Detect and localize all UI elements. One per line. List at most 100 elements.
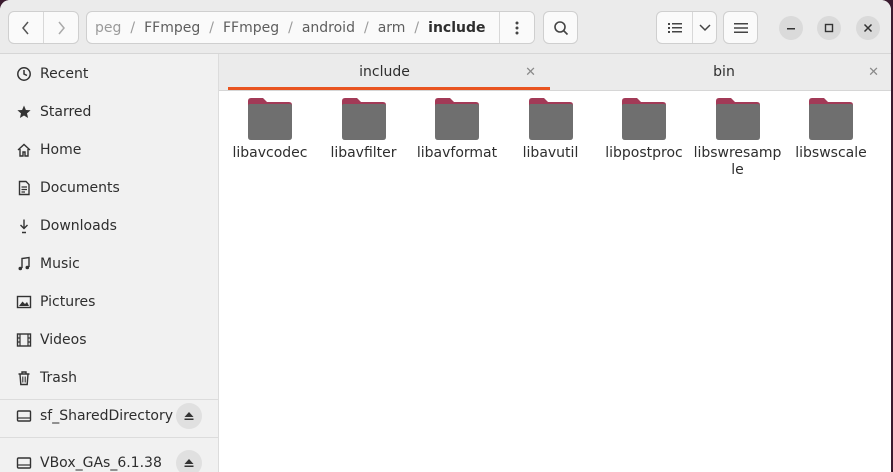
star-icon xyxy=(15,103,33,121)
folder-icon xyxy=(341,98,386,140)
active-tab-indicator xyxy=(228,87,550,90)
folder-item[interactable]: libpostproc xyxy=(599,97,689,162)
folder-icon xyxy=(528,98,573,140)
breadcrumb-item[interactable]: arm xyxy=(369,20,415,36)
folder-icon xyxy=(435,98,479,140)
folder-item[interactable]: libavcodec xyxy=(225,97,315,162)
sidebar-item-label: Documents xyxy=(40,180,120,196)
breadcrumb-item[interactable]: FFmpeg xyxy=(214,20,288,36)
maximize-icon xyxy=(824,23,834,33)
search-button[interactable] xyxy=(543,11,578,44)
folder-name: libpostproc xyxy=(605,145,683,161)
navigation-buttons xyxy=(8,11,79,44)
breadcrumb-item[interactable]: peg xyxy=(87,20,130,36)
download-icon xyxy=(15,217,33,235)
sidebar-item-downloads[interactable]: Downloads xyxy=(0,207,218,245)
sidebar-item-shared-directory[interactable]: sf_SharedDirectory xyxy=(0,397,218,435)
hamburger-menu-icon xyxy=(733,22,748,33)
sidebar-item-label: Trash xyxy=(40,370,77,386)
folder-item[interactable]: libavutil xyxy=(506,97,596,162)
vertical-dots-icon xyxy=(515,21,519,34)
chevron-left-icon xyxy=(22,21,29,34)
folder-icon xyxy=(248,98,292,140)
list-view-icon xyxy=(667,22,682,33)
sidebar-item-label: Videos xyxy=(40,332,87,348)
eject-button[interactable] xyxy=(176,450,202,472)
disc-icon xyxy=(15,454,33,472)
tab-label: bin xyxy=(713,64,735,80)
close-icon xyxy=(863,23,873,33)
sidebar-item-pictures[interactable]: Pictures xyxy=(0,283,218,321)
file-grid: libavcodec libavfilter libavformat libavuti… xyxy=(219,91,891,472)
folder-item[interactable]: libswresample xyxy=(693,97,783,179)
folder-icon xyxy=(809,98,853,140)
folder-name: libswresample xyxy=(693,145,782,178)
sidebar-item-starred[interactable]: Starred xyxy=(0,93,218,131)
clock-icon xyxy=(15,65,33,83)
sidebar-item-home[interactable]: Home xyxy=(0,131,218,169)
sidebar-item-trash[interactable]: Trash xyxy=(0,359,218,397)
close-icon[interactable]: ✕ xyxy=(525,65,536,80)
tab-bin[interactable]: bin ✕ xyxy=(555,54,891,90)
folder-item[interactable]: libavfilter xyxy=(319,97,409,162)
video-icon xyxy=(15,331,33,349)
eject-button[interactable] xyxy=(176,403,202,429)
view-toggle-group xyxy=(656,11,717,44)
breadcrumb-item[interactable]: FFmpeg xyxy=(135,20,209,36)
chevron-down-icon xyxy=(698,23,711,31)
list-view-button[interactable] xyxy=(657,12,693,43)
folder-name: libavcodec xyxy=(232,145,308,161)
file-manager-window: peg / FFmpeg / FFmpeg / android / arm / … xyxy=(0,0,891,472)
sidebar-item-label: Home xyxy=(40,142,82,158)
music-icon xyxy=(15,255,33,273)
sidebar-item-label: Downloads xyxy=(40,218,117,234)
search-icon xyxy=(553,20,568,35)
close-button[interactable] xyxy=(856,16,880,40)
sidebar-item-label: VBox_GAs_6.1.38 xyxy=(40,455,162,471)
sidebar-item-label: Recent xyxy=(40,66,89,82)
sidebar-item-label: Music xyxy=(40,256,80,272)
eject-icon xyxy=(184,412,194,420)
sidebar-item-videos[interactable]: Videos xyxy=(0,321,218,359)
folder-name: libavfilter xyxy=(330,145,397,161)
main-menu-button[interactable] xyxy=(723,11,758,44)
sidebar-separator xyxy=(0,437,218,438)
tab-include[interactable]: include ✕ xyxy=(219,54,550,90)
folder-icon xyxy=(715,98,760,140)
sidebar: Recent Starred Home Documents Downloads … xyxy=(0,54,219,472)
trash-icon xyxy=(15,369,33,387)
view-options-button[interactable] xyxy=(693,12,716,43)
sidebar-item-vbox-gas[interactable]: VBox_GAs_6.1.38 xyxy=(0,444,218,472)
minimize-icon xyxy=(787,28,795,30)
home-icon xyxy=(15,141,33,159)
sidebar-item-label: Starred xyxy=(40,104,92,120)
sidebar-item-music[interactable]: Music xyxy=(0,245,218,283)
breadcrumb-item[interactable]: android xyxy=(293,20,364,36)
back-button[interactable] xyxy=(9,12,43,43)
tab-label: include xyxy=(359,64,410,80)
sidebar-item-label: sf_SharedDirectory xyxy=(40,408,174,424)
minimize-button[interactable] xyxy=(779,16,803,40)
maximize-button[interactable] xyxy=(817,16,841,40)
chevron-right-icon xyxy=(58,21,65,34)
header-bar: peg / FFmpeg / FFmpeg / android / arm / … xyxy=(0,0,891,54)
folder-name: libswscale xyxy=(795,145,867,161)
document-icon xyxy=(15,179,33,197)
close-icon[interactable]: ✕ xyxy=(868,65,879,80)
path-menu-button[interactable] xyxy=(499,12,534,43)
folder-item[interactable]: libavformat xyxy=(412,97,502,162)
folder-name: libavutil xyxy=(522,145,579,161)
drive-icon xyxy=(15,407,33,425)
folder-name: libavformat xyxy=(416,145,498,161)
folder-icon xyxy=(622,98,666,140)
breadcrumb-current[interactable]: include xyxy=(419,20,494,36)
folder-item[interactable]: libswscale xyxy=(786,97,876,162)
sidebar-item-label: Pictures xyxy=(40,294,96,310)
path-bar: peg / FFmpeg / FFmpeg / android / arm / … xyxy=(86,11,535,44)
forward-button[interactable] xyxy=(43,12,78,43)
sidebar-item-recent[interactable]: Recent xyxy=(0,55,218,93)
tab-bar: include ✕ bin ✕ xyxy=(219,54,891,91)
eject-icon xyxy=(184,459,194,467)
picture-icon xyxy=(15,293,33,311)
sidebar-item-documents[interactable]: Documents xyxy=(0,169,218,207)
